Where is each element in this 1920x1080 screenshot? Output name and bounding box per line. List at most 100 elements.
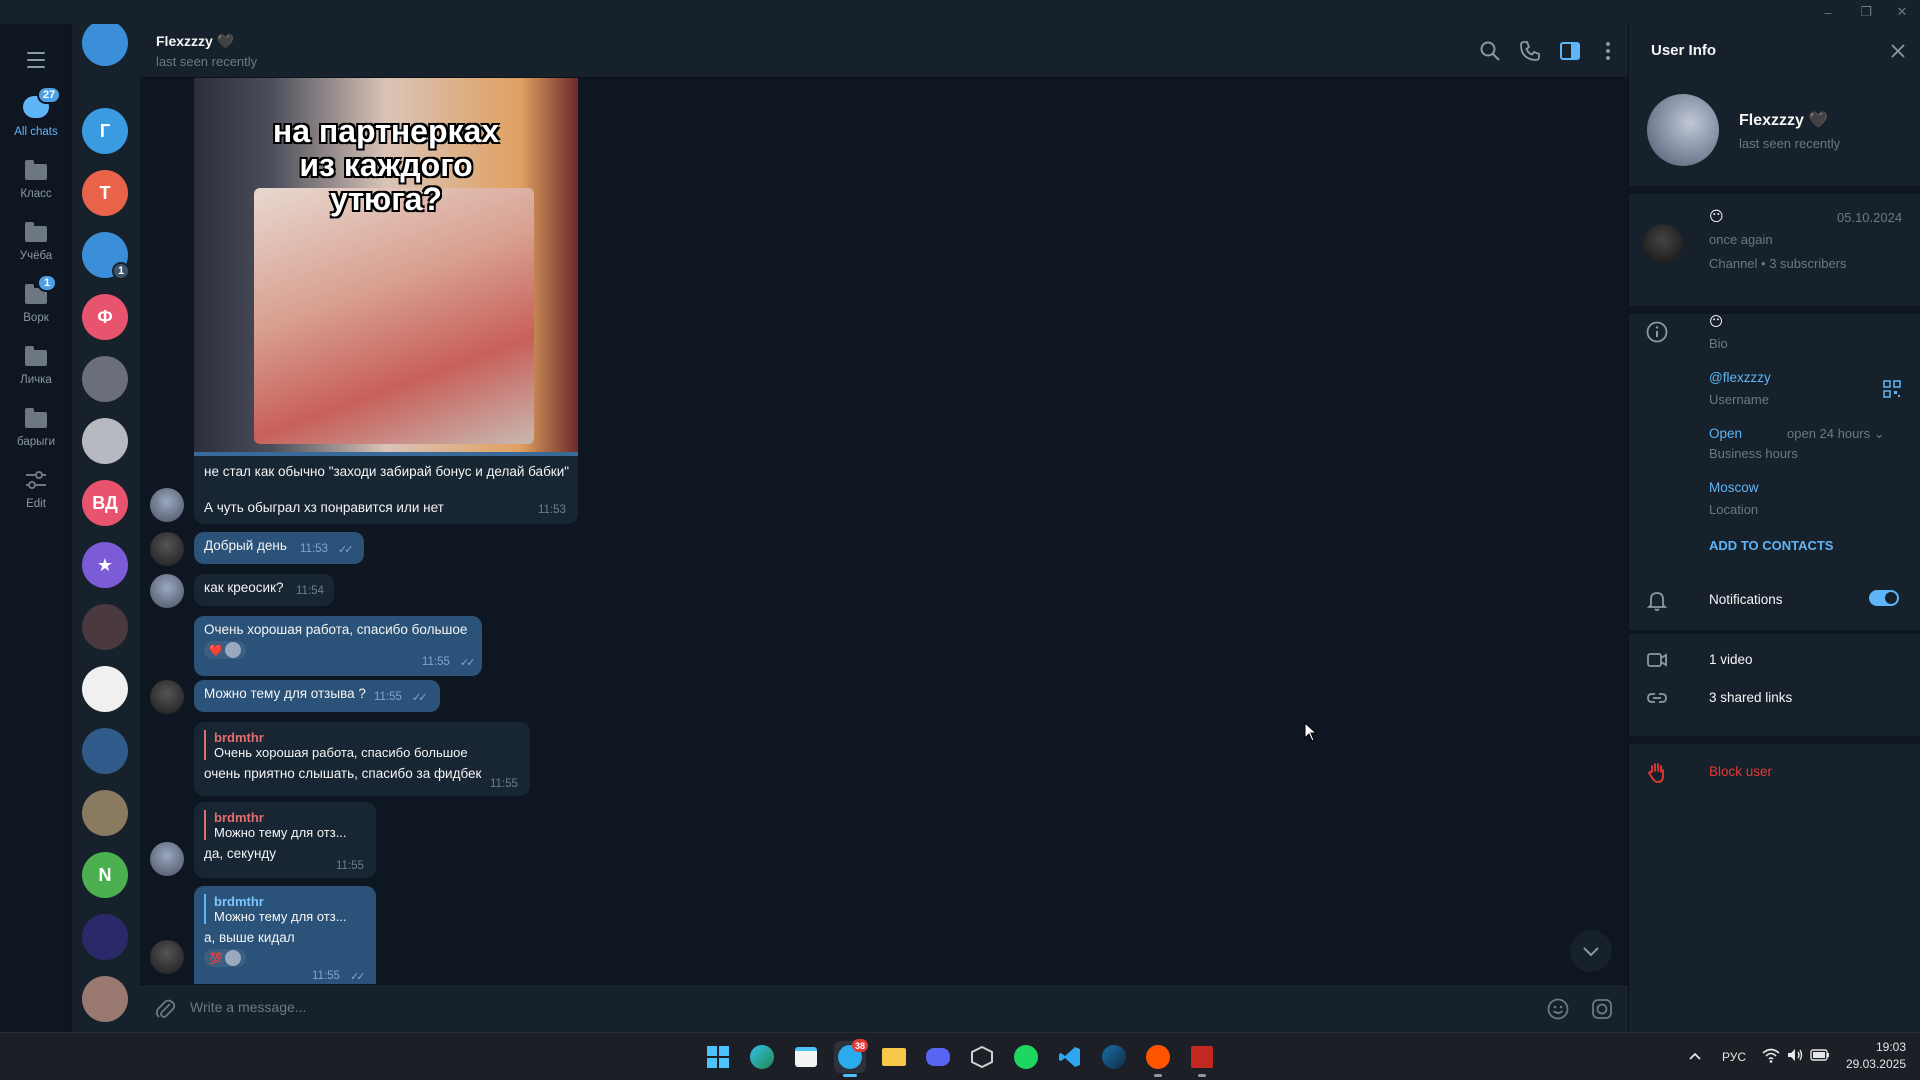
- phone-icon[interactable]: [1518, 39, 1542, 63]
- chat-avatar[interactable]: Ф: [82, 294, 128, 340]
- steam-button[interactable]: [1098, 1041, 1130, 1073]
- vscode-button[interactable]: [1054, 1041, 1086, 1073]
- chat-title[interactable]: Flexzzzy 🖤: [156, 33, 234, 50]
- chat-avatar[interactable]: [82, 790, 128, 836]
- reply-quote[interactable]: brdmthr Можно тему для отз...: [204, 810, 366, 840]
- media-message[interactable]: на партнерках из каждого утюга? не стал …: [194, 78, 578, 524]
- emoji-icon[interactable]: [1546, 997, 1570, 1021]
- reply-quote[interactable]: brdmthr Очень хорошая работа, спасибо бо…: [204, 730, 520, 760]
- explorer-button[interactable]: [878, 1041, 910, 1073]
- chevron-up-icon[interactable]: [1688, 1051, 1702, 1061]
- channel-title: once again: [1709, 232, 1773, 247]
- minimize-button[interactable]: –: [1810, 0, 1846, 24]
- sender-avatar[interactable]: [150, 842, 184, 876]
- more-options-icon[interactable]: [1596, 39, 1620, 63]
- close-window-button[interactable]: ✕: [1884, 0, 1920, 24]
- clock-date[interactable]: 29.03.2025: [1830, 1057, 1906, 1071]
- chat-avatar[interactable]: N: [82, 852, 128, 898]
- outgoing-message[interactable]: brdmthr Можно тему для отз... а, выше ки…: [194, 886, 376, 984]
- discord-button[interactable]: [922, 1041, 954, 1073]
- folder-edit[interactable]: Edit: [0, 456, 72, 516]
- active-indicator: [843, 1074, 857, 1077]
- video-caption: на партнерках из каждого утюга?: [194, 114, 578, 216]
- folder-ucheba[interactable]: Учёба: [0, 208, 72, 268]
- personal-channel[interactable]: 😶 05.10.2024 once again Channel • 3 subs…: [1629, 194, 1920, 300]
- incoming-message[interactable]: как креосик? 11:54: [194, 574, 334, 606]
- incoming-message[interactable]: brdmthr Очень хорошая работа, спасибо бо…: [194, 722, 530, 796]
- folder-label: Edit: [26, 498, 46, 510]
- chat-header[interactable]: Flexzzzy 🖤 last seen recently: [140, 24, 1628, 78]
- shared-links-row[interactable]: 3 shared links: [1629, 680, 1920, 716]
- clock-time[interactable]: 19:03: [1846, 1040, 1906, 1054]
- chat-avatar[interactable]: [82, 976, 128, 1022]
- reply-quote[interactable]: brdmthr Можно тему для отз...: [204, 894, 366, 924]
- add-to-contacts-button[interactable]: ADD TO CONTACTS: [1709, 538, 1833, 553]
- message-time: 11:55: [336, 860, 364, 872]
- chat-avatar[interactable]: [82, 356, 128, 402]
- outgoing-message[interactable]: Очень хорошая работа, спасибо большое ❤️…: [194, 616, 482, 676]
- telegram-icon: 38: [838, 1039, 868, 1069]
- sender-avatar[interactable]: [150, 488, 184, 522]
- reaction[interactable]: ❤️: [204, 641, 246, 659]
- chat-avatar[interactable]: [82, 728, 128, 774]
- unity-button[interactable]: [966, 1041, 998, 1073]
- maximize-button[interactable]: ❐: [1848, 0, 1884, 24]
- message-list[interactable]: на партнерках из каждого утюга? не стал …: [140, 78, 1628, 984]
- outgoing-message[interactable]: Добрый день 11:53 ✓✓: [194, 532, 364, 564]
- soundcloud-button[interactable]: [1142, 1041, 1174, 1077]
- shared-videos-row[interactable]: 1 video: [1629, 642, 1920, 678]
- sender-avatar[interactable]: [150, 532, 184, 566]
- folder-all-chats[interactable]: 27 All chats: [0, 84, 72, 144]
- close-icon[interactable]: [1891, 44, 1905, 58]
- store-button[interactable]: [790, 1041, 822, 1073]
- chat-avatar[interactable]: Т: [82, 170, 128, 216]
- folder-klass[interactable]: Класс: [0, 146, 72, 206]
- location-value[interactable]: Moscow: [1709, 480, 1759, 495]
- chat-avatar[interactable]: [82, 914, 128, 960]
- notifications-toggle[interactable]: [1869, 590, 1899, 606]
- spotify-button[interactable]: [1010, 1041, 1042, 1073]
- dota-button[interactable]: [1186, 1041, 1218, 1077]
- sender-avatar[interactable]: [150, 680, 184, 714]
- chat-avatar[interactable]: [82, 24, 128, 66]
- video-progress[interactable]: [194, 452, 578, 456]
- menu-icon[interactable]: [18, 42, 54, 78]
- caption-line: утюга?: [330, 181, 442, 217]
- video-thumbnail[interactable]: на партнерках из каждого утюга?: [194, 78, 578, 456]
- chat-avatar[interactable]: [82, 418, 128, 464]
- folder-vork[interactable]: 1 Ворк: [0, 270, 72, 330]
- chat-avatar[interactable]: ★: [82, 542, 128, 588]
- profile-avatar[interactable]: [1647, 94, 1719, 166]
- attach-icon[interactable]: [154, 997, 176, 1021]
- qr-code-icon[interactable]: [1883, 380, 1901, 398]
- chat-avatar[interactable]: [82, 666, 128, 712]
- chat-avatar[interactable]: [82, 604, 128, 650]
- battery-icon[interactable]: [1810, 1048, 1830, 1062]
- language-indicator[interactable]: РУС: [1722, 1050, 1746, 1064]
- edge-button[interactable]: [746, 1041, 778, 1073]
- outgoing-message[interactable]: Можно тему для отзыва ? 11:55 ✓✓: [194, 680, 440, 712]
- sidebar-toggle-icon[interactable]: [1558, 39, 1582, 63]
- block-user-button[interactable]: Block user: [1629, 754, 1920, 790]
- start-button[interactable]: [702, 1041, 734, 1073]
- business-hours-value[interactable]: Open: [1709, 426, 1742, 441]
- message-time: 11:53: [300, 543, 328, 555]
- sender-avatar[interactable]: [150, 940, 184, 974]
- reaction[interactable]: 💯: [204, 949, 246, 967]
- volume-icon[interactable]: [1786, 1047, 1804, 1063]
- video-message-icon[interactable]: [1590, 997, 1614, 1021]
- chat-avatar[interactable]: Г: [82, 108, 128, 154]
- incoming-message[interactable]: brdmthr Можно тему для отз... да, секунд…: [194, 802, 376, 878]
- scroll-to-bottom-button[interactable]: [1570, 930, 1612, 972]
- telegram-button[interactable]: 38: [834, 1039, 868, 1077]
- chat-avatar[interactable]: 1: [82, 232, 130, 280]
- search-icon[interactable]: [1478, 39, 1502, 63]
- folder-barygi[interactable]: барыги: [0, 394, 72, 454]
- wifi-icon[interactable]: [1762, 1047, 1780, 1063]
- business-hours-dropdown[interactable]: open 24 hours ⌄: [1787, 426, 1885, 442]
- sender-avatar[interactable]: [150, 574, 184, 608]
- chat-avatar[interactable]: ВД: [82, 480, 128, 526]
- username-value[interactable]: @flexzzzy: [1709, 370, 1771, 385]
- folder-lichka[interactable]: Личка: [0, 332, 72, 392]
- message-input[interactable]: Write a message...: [190, 999, 1540, 1015]
